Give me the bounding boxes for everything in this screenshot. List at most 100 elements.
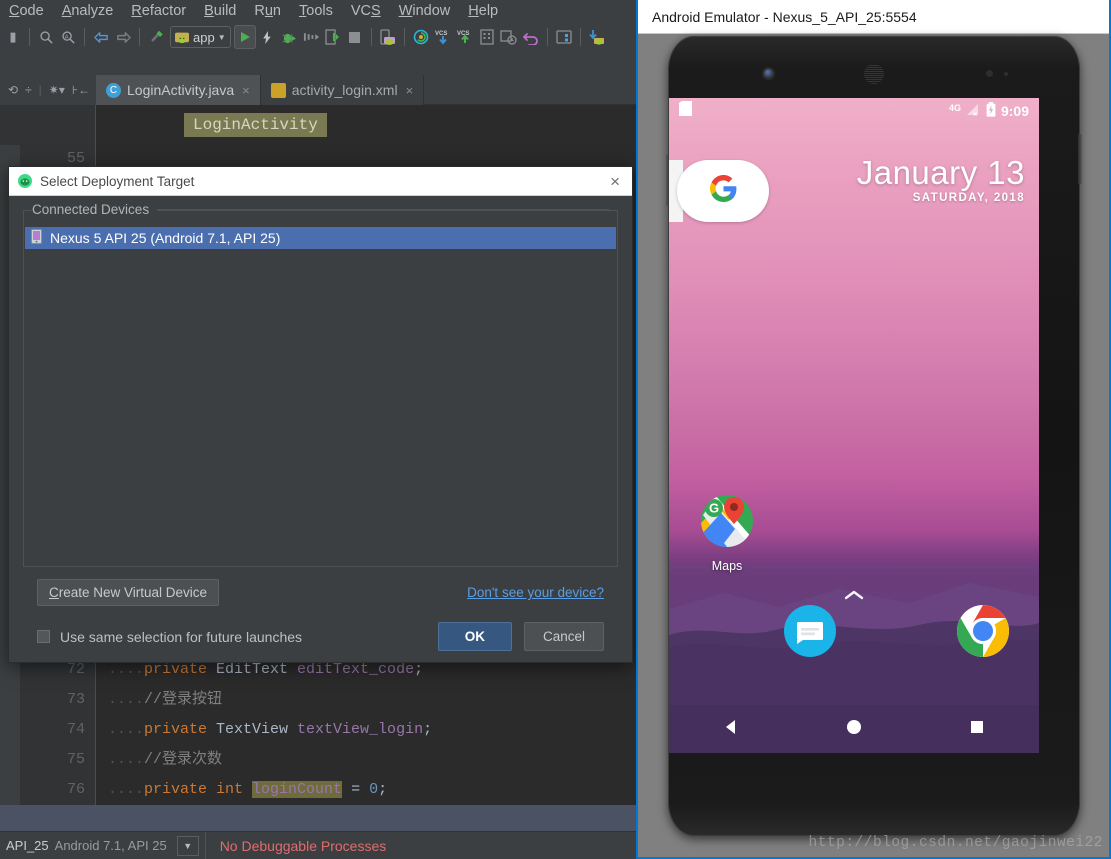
line-number: 76	[66, 781, 85, 798]
gear-icon[interactable]: ✷▾	[49, 83, 65, 97]
tab-login-activity-java[interactable]: C LoginActivity.java ×	[96, 75, 261, 105]
layout-inspector-icon[interactable]	[553, 25, 575, 49]
java-class-icon: C	[106, 82, 121, 98]
code-token: ....	[108, 781, 145, 798]
recents-nav-icon[interactable]	[967, 717, 987, 742]
use-same-selection-checkbox-group[interactable]: Use same selection for future launches	[37, 629, 302, 645]
code-token: textView_login	[297, 721, 424, 738]
sdk-manager-icon[interactable]	[410, 25, 432, 49]
step-icon[interactable]	[300, 25, 322, 49]
breadcrumb-row: LoginActivity	[0, 105, 640, 145]
history-icon[interactable]: ⟲	[8, 83, 18, 97]
avd-manager-icon[interactable]	[377, 25, 399, 49]
ok-button[interactable]: OK	[437, 622, 512, 651]
menu-item-code[interactable]: Code	[0, 1, 53, 21]
create-new-virtual-device-button[interactable]: Create New Virtual Device	[37, 579, 220, 606]
menu-item-vcs[interactable]: VCS	[342, 1, 390, 21]
build-hammer-icon[interactable]	[145, 25, 167, 49]
run-icon[interactable]	[233, 25, 256, 49]
close-icon[interactable]: ×	[606, 173, 624, 190]
forward-icon[interactable]	[112, 25, 134, 49]
checkbox-label: Use same selection for future launches	[60, 628, 303, 645]
editor-tab-bar: ⟲ ÷ | ✷▾ ⊦← C LoginActivity.java × activ…	[0, 75, 640, 105]
tab-activity-login-xml[interactable]: activity_login.xml ×	[261, 75, 425, 105]
main-toolbar: ▮ A app ▼ VCS VCS	[0, 22, 640, 52]
dialog-title: Select Deployment Target	[40, 173, 195, 189]
android-nav-bar	[669, 705, 1039, 753]
home-app-label: Maps	[711, 559, 743, 573]
module-selector[interactable]: app ▼	[170, 26, 231, 48]
home-app-maps[interactable]: G Maps	[697, 495, 757, 573]
home-nav-icon[interactable]	[844, 717, 864, 742]
code-token: ....	[108, 691, 145, 708]
code-token: ;	[423, 721, 433, 738]
dont-see-device-link[interactable]: Don't see your device?	[467, 585, 604, 600]
tab-close-icon[interactable]: ×	[406, 83, 414, 98]
dock-app-chrome[interactable]	[957, 605, 1009, 657]
code-token: ;	[414, 661, 424, 678]
date-sub-text: SATURDAY, 2018	[912, 191, 1025, 204]
earpiece-speaker-icon	[864, 64, 884, 84]
toolbar-separator	[579, 28, 581, 46]
group-legend-label: Connected Devices	[32, 202, 158, 217]
run-tool-window-bar[interactable]	[0, 805, 640, 831]
code-token: ;	[378, 781, 388, 798]
apply-changes-icon[interactable]	[256, 25, 278, 49]
back-icon[interactable]	[90, 25, 112, 49]
menu-item-refactor[interactable]: Refactor	[122, 1, 195, 21]
menu-item-window[interactable]: Window	[390, 1, 460, 21]
toolbar-separator	[139, 28, 140, 46]
debug-icon[interactable]	[278, 25, 300, 49]
status-device-name: API_25	[6, 838, 49, 853]
chevron-down-icon[interactable]: ▼	[176, 835, 199, 856]
project-structure-icon[interactable]	[476, 25, 498, 49]
google-search-widget[interactable]	[677, 160, 769, 222]
android-status-bar: 4G × 9:09	[669, 98, 1039, 124]
stop-icon[interactable]	[344, 25, 366, 49]
menu-item-build[interactable]: Build	[195, 1, 245, 21]
attach-debugger-icon[interactable]	[322, 25, 344, 49]
tab-close-icon[interactable]: ×	[242, 83, 250, 98]
status-device-selector[interactable]: API_25 Android 7.1, API 25 ▼	[0, 831, 206, 859]
split-icon[interactable]: ÷	[25, 83, 32, 97]
checkbox[interactable]	[37, 630, 50, 643]
android-emulator-window[interactable]: Android Emulator - Nexus_5_API_25:5554 4…	[636, 0, 1111, 859]
dock-app-messages[interactable]	[784, 605, 836, 657]
device-list-item[interactable]: Nexus 5 API 25 (Android 7.1, API 25)	[25, 227, 616, 249]
code-line: ....private TextView textView_login;	[96, 715, 640, 745]
emulator-device-frame: 4G × 9:09 January 13 SATURDAY, 2018 G Ma…	[666, 36, 1082, 836]
menu-item-analyze[interactable]: Analyze	[53, 1, 123, 21]
status-process-text: No Debuggable Processes	[219, 837, 387, 854]
emulator-screen[interactable]: 4G × 9:09 January 13 SATURDAY, 2018 G Ma…	[669, 98, 1039, 753]
back-nav-icon[interactable]	[721, 717, 741, 742]
vcs-commit-icon[interactable]: VCS	[454, 25, 476, 49]
date-main-text: January 13	[856, 154, 1025, 191]
code-token: private	[144, 781, 217, 798]
svg-text:A: A	[64, 34, 68, 40]
svg-text:VCS: VCS	[457, 31, 469, 37]
code-token: ....	[108, 721, 145, 738]
settings-icon[interactable]	[498, 25, 520, 49]
code-token: //登录按钮	[144, 691, 223, 708]
menu-item-tools[interactable]: Tools	[290, 1, 342, 21]
toolbar-separator	[546, 28, 548, 46]
line-number: 75	[66, 751, 85, 768]
menu-item-help[interactable]: Help	[459, 1, 507, 21]
sync-gradle-icon[interactable]	[586, 25, 608, 49]
vcs-update-icon[interactable]: VCS	[432, 25, 454, 49]
search-everywhere-icon[interactable]: A	[57, 25, 79, 49]
code-token: ....	[108, 661, 145, 678]
hide-panel-icon[interactable]: ⊦←	[72, 83, 90, 97]
search-icon[interactable]	[35, 25, 57, 49]
breadcrumb[interactable]: LoginActivity	[184, 113, 327, 137]
date-widget[interactable]: January 13 SATURDAY, 2018	[857, 154, 1025, 204]
undo-icon[interactable]	[520, 25, 542, 49]
power-button[interactable]	[1078, 134, 1082, 184]
select-deployment-target-dialog[interactable]: Select Deployment Target × Connected Dev…	[8, 166, 633, 663]
toolbar-separator	[29, 28, 30, 46]
dialog-body: Connected Devices Nexus 5 API 25 (Androi…	[9, 196, 632, 651]
menu-item-run[interactable]: Run	[245, 1, 290, 21]
network-type-label: 4G	[948, 103, 961, 113]
chrome-icon	[957, 605, 1009, 661]
cancel-button[interactable]: Cancel	[523, 622, 604, 651]
